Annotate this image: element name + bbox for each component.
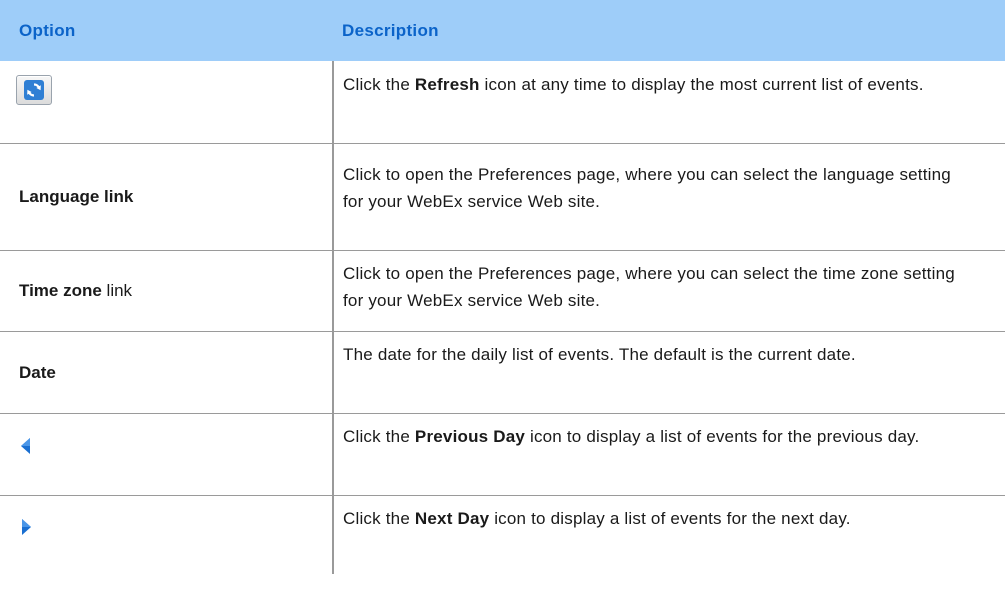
description-text: Click the xyxy=(343,75,415,94)
option-cell xyxy=(0,61,334,144)
option-cell: Language link xyxy=(0,143,334,251)
options-table: Option Description Click the Refresh ico… xyxy=(0,0,1005,574)
table-row: Time zone link Click to open the Prefere… xyxy=(0,250,1005,332)
table-row: Click the Next Day icon to display a lis… xyxy=(0,495,1005,574)
table-header-row: Option Description xyxy=(0,0,1005,61)
right-arrow-icon[interactable] xyxy=(19,517,33,545)
description-cell: Click the Refresh icon at any time to di… xyxy=(333,61,1005,144)
refresh-icon[interactable] xyxy=(16,75,52,105)
option-bold: Time zone xyxy=(19,281,102,300)
description-bold: Refresh xyxy=(414,75,480,94)
description-cell: The date for the daily list of events. T… xyxy=(333,331,1005,414)
description-cell: Click the Next Day icon to display a lis… xyxy=(333,495,1005,574)
table-row: Click the Refresh icon at any time to di… xyxy=(0,61,1005,144)
option-cell: Time zone link xyxy=(0,250,334,332)
description-text: Click the xyxy=(343,508,415,528)
description-cell: Click to open the Preferences page, wher… xyxy=(333,250,1005,332)
description-cell: Click to open the Preferences page, wher… xyxy=(333,143,1005,251)
description-text: Click the xyxy=(343,426,415,446)
description-text: icon at any time to display the most cur… xyxy=(479,75,924,94)
description-text: icon to display a list of events for the… xyxy=(525,426,920,446)
option-text: link xyxy=(101,281,133,300)
table-row: Language link Click to open the Preferen… xyxy=(0,143,1005,251)
description-bold: Next Day xyxy=(414,508,490,528)
table-row: Date The date for the daily list of even… xyxy=(0,331,1005,414)
description-cell: Click the Previous Day icon to display a… xyxy=(333,413,1005,496)
table-row: Click the Previous Day icon to display a… xyxy=(0,413,1005,496)
option-cell: Date xyxy=(0,331,334,414)
option-cell xyxy=(0,495,334,574)
left-arrow-icon[interactable] xyxy=(19,436,33,464)
option-cell xyxy=(0,413,334,496)
option-column-header: Option xyxy=(0,0,333,61)
description-column-header: Description xyxy=(333,0,1005,61)
description-bold: Previous Day xyxy=(414,426,526,446)
description-text: icon to display a list of events for the… xyxy=(489,508,851,528)
